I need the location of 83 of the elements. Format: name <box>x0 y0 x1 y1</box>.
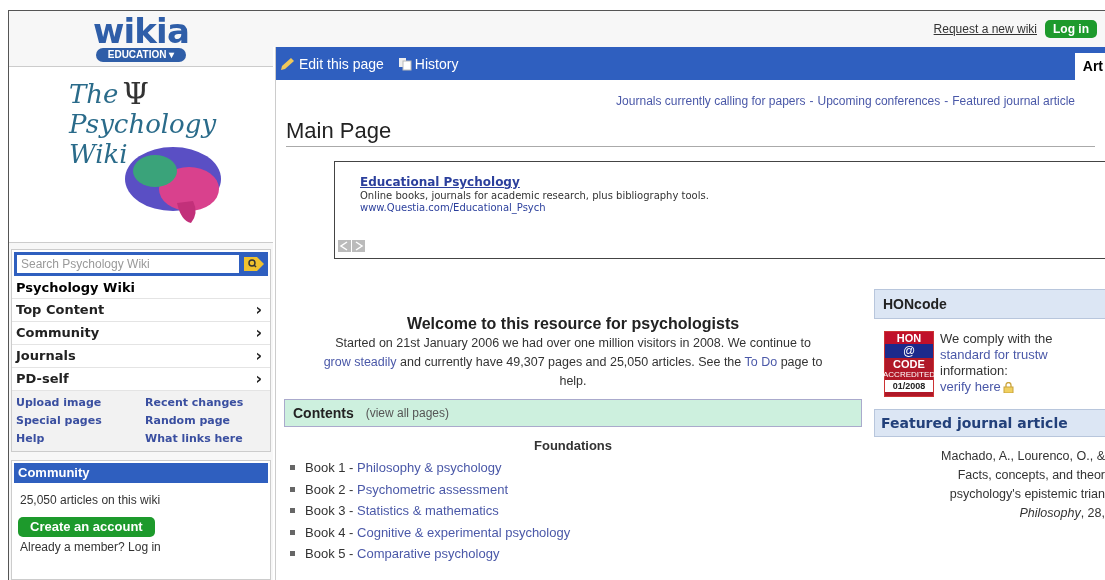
psi-symbol: Ψ <box>122 79 149 109</box>
bullet-icon <box>290 529 295 535</box>
badge-text: HON <box>885 332 933 344</box>
citation-text: psychology's epistemic trian <box>949 486 1105 503</box>
previous-icon[interactable] <box>338 240 351 252</box>
login-prompt: Already a member? Log in <box>19 540 162 554</box>
featured-header: Featured journal article <box>874 409 1105 437</box>
chevron-icon: › <box>255 321 266 345</box>
contents-title: Contents <box>293 403 354 423</box>
lock-icon <box>1002 381 1014 393</box>
welcome-text: Started on 21st January 2006 we had over one million visitors in 2008. We continue to grow steadily and currently have 49,307 pages and 25,050 articles. See the To Do page to help. <box>322 335 824 390</box>
bullet-icon <box>290 551 295 557</box>
ad-title[interactable]: Educational Psychology <box>360 175 520 189</box>
top-link[interactable]: Journals currently calling for papers <box>616 92 806 110</box>
view-all-pages-link[interactable]: (view all pages) <box>365 404 450 422</box>
chevron-icon: › <box>255 298 266 322</box>
section-heading: Foundations <box>533 437 613 455</box>
request-wiki-link[interactable]: Request a new wiki <box>933 20 1037 38</box>
wikia-logo[interactable]: wikia <box>93 15 189 46</box>
pages-icon <box>397 56 412 71</box>
bullet-icon <box>290 486 295 492</box>
nav-item[interactable]: Journals › <box>12 345 270 368</box>
logo-text: Wiki <box>69 139 129 169</box>
ad-url[interactable]: www.Questia.com/Educational_Psych <box>360 202 546 214</box>
book-link[interactable]: Comparative psychology <box>357 543 500 565</box>
book-number: Book 2 - <box>305 480 355 499</box>
chevron-icon: › <box>255 367 266 391</box>
sidebar-link[interactable]: What links here <box>145 430 266 448</box>
book-link[interactable]: Philosophy & psychology <box>357 457 502 479</box>
create-account-button[interactable]: Create an account <box>18 517 155 537</box>
article-tab[interactable]: Art <box>1074 53 1105 80</box>
book-link[interactable]: Cognitive & experimental psychology <box>357 521 571 543</box>
sidebar-link[interactable]: Help <box>16 430 137 448</box>
welcome-heading: Welcome to this resource for psychologists <box>405 314 741 334</box>
sidebar-link[interactable]: Special pages <box>16 412 137 430</box>
book-number: Book 4 - <box>305 523 355 542</box>
badge-text: 01/2008 <box>885 380 933 392</box>
book-number: Book 5 - <box>305 545 355 563</box>
logo-text: The <box>69 79 119 109</box>
book-link[interactable]: Statistics & mathematics <box>357 500 499 522</box>
sidebar-link[interactable]: Random page <box>145 412 266 430</box>
honcode-link[interactable]: standard for trustw <box>940 347 1053 363</box>
book-number: Book 1 - <box>305 459 355 477</box>
logo-text: Psychology <box>69 109 217 139</box>
honcode-text: We comply with the <box>940 331 1053 347</box>
pencil-icon <box>280 56 296 71</box>
nav-item[interactable]: Top Content › <box>12 299 270 322</box>
community-header: Community <box>14 463 268 483</box>
sidebar-link[interactable]: Upload image <box>16 394 137 412</box>
verify-link[interactable]: verify here <box>940 379 1001 395</box>
history-button[interactable]: History <box>397 53 459 74</box>
separator-text: - <box>944 93 949 110</box>
separator-text: - <box>809 93 814 110</box>
hub-dropdown[interactable]: EDUCATION ▾ <box>95 47 187 62</box>
nav-item[interactable]: Community › <box>12 322 270 345</box>
honcode-badge[interactable]: HON @ CODE ACCREDITED 01/2008 <box>884 331 934 397</box>
citation-text: Machado, A., Lourenco, O., & <box>941 448 1105 465</box>
sidebar-link[interactable]: Recent changes <box>145 394 266 412</box>
page-title: Main Page <box>286 117 393 145</box>
bullet-icon <box>290 508 295 514</box>
login-button[interactable]: Log in <box>1045 20 1097 38</box>
citation-text: Philosophy, 28, <box>1019 505 1105 522</box>
badge-text: CODE <box>892 358 926 370</box>
book-number: Book 3 - <box>305 502 355 520</box>
edit-button[interactable]: Edit this page <box>280 53 384 74</box>
text-link[interactable]: grow steadily <box>323 355 397 369</box>
sidebar-title: Psychology Wiki <box>12 278 270 299</box>
top-link[interactable]: Upcoming conferences <box>817 92 941 110</box>
search-icon[interactable] <box>243 255 265 273</box>
text-link[interactable]: To Do <box>744 355 778 369</box>
book-link[interactable]: Psychometric assessment <box>357 478 509 500</box>
badge-text: ACCREDITED <box>883 370 935 380</box>
next-icon[interactable] <box>352 240 365 252</box>
article-count: 25,050 articles on this wiki <box>19 492 162 509</box>
ad-description: Online books, journals for academic research, plus bibliography tools. <box>360 189 710 202</box>
bullet-icon <box>290 465 295 471</box>
search-field[interactable]: Search Psychology Wiki <box>14 252 268 276</box>
chevron-icon: › <box>255 344 266 368</box>
honcode-text: information: <box>940 363 1009 379</box>
citation-text: Facts, concepts, and theor <box>957 467 1105 484</box>
badge-text: @ <box>885 344 933 358</box>
honcode-header: HONcode <box>874 289 1105 319</box>
top-link[interactable]: Featured journal article <box>952 92 1075 110</box>
